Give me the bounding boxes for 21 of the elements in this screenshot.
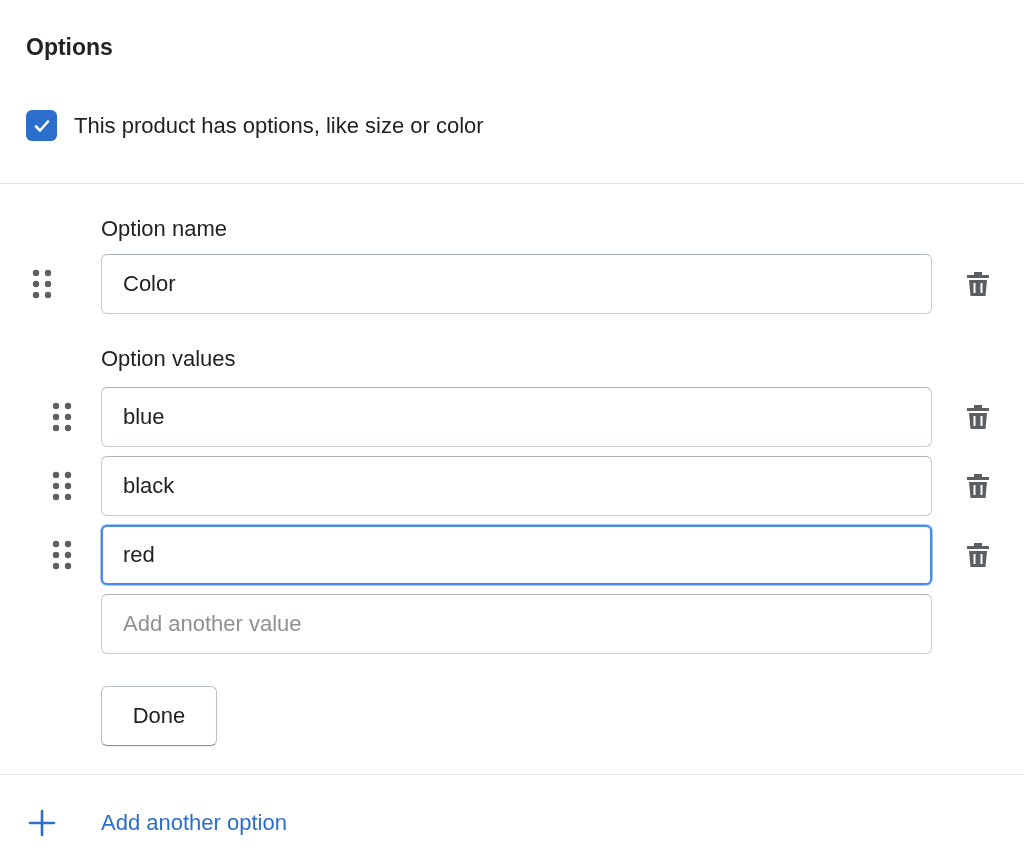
text-field[interactable]: Color: [101, 254, 932, 314]
trash-icon[interactable]: [966, 271, 990, 297]
checkbox[interactable]: [26, 110, 57, 141]
drag-handle-icon[interactable]: [52, 540, 72, 570]
add-value-field[interactable]: Add another value: [101, 594, 932, 654]
drag-handle-icon[interactable]: [32, 269, 52, 299]
drag-handle-icon[interactable]: [52, 402, 72, 432]
plus-icon[interactable]: [28, 808, 56, 837]
trash-icon[interactable]: [966, 542, 990, 568]
drag-handle-icon[interactable]: [52, 471, 72, 501]
text-field[interactable]: red: [101, 525, 932, 585]
add-option-link[interactable]: Add another option: [101, 809, 287, 836]
checkbox-label: This product has options, like size or color: [74, 112, 484, 139]
field-label: Option values: [101, 346, 237, 372]
text-field[interactable]: black: [101, 456, 932, 516]
text-field[interactable]: blue: [101, 387, 932, 447]
field-label: Option name: [101, 216, 228, 242]
trash-icon[interactable]: [966, 404, 990, 430]
done-button[interactable]: Done: [101, 686, 217, 746]
trash-icon[interactable]: [966, 473, 990, 499]
section-title: Options: [26, 33, 114, 61]
